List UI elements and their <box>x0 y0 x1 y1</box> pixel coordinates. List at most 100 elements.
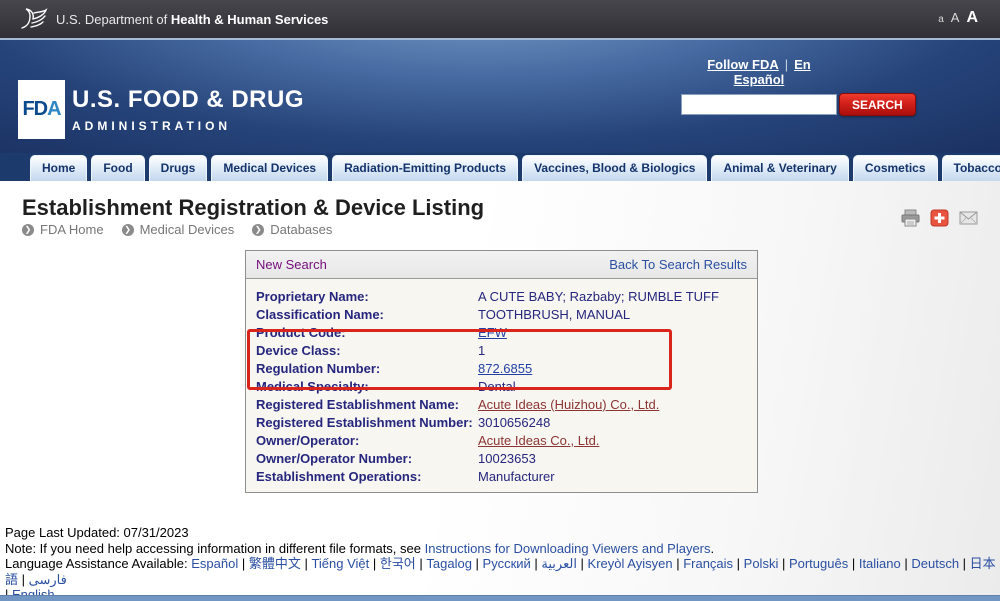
language-separator: | <box>472 556 483 571</box>
language-link[interactable]: 한국어 <box>380 556 416 571</box>
field-label: Registered Establishment Name: <box>246 396 478 414</box>
header-links: Follow FDA|En Español <box>681 57 837 87</box>
field-value: 10023653 <box>478 451 536 466</box>
nav-tab-food[interactable]: Food <box>91 155 144 181</box>
breadcrumb-link-medical-devices[interactable]: Medical Devices <box>140 222 235 237</box>
nav-tab-tobacco-products[interactable]: Tobacco Products <box>942 155 1000 181</box>
primary-nav: HomeFoodDrugsMedical DevicesRadiation-Em… <box>0 153 1000 181</box>
breadcrumb-item: ❯ Medical Devices <box>122 222 235 237</box>
nav-tab-home[interactable]: Home <box>30 155 87 181</box>
search-input[interactable] <box>681 94 837 115</box>
language-separator: | <box>18 572 29 587</box>
fda-title-block: U.S. FOOD & DRUG ADMINISTRATION <box>72 86 304 133</box>
new-search-link[interactable]: New Search <box>256 257 327 272</box>
language-link[interactable]: فارسی <box>29 572 67 587</box>
language-link[interactable]: Italiano <box>859 556 901 571</box>
language-link[interactable]: Português <box>789 556 848 571</box>
field-value-link[interactable]: EFW <box>478 325 507 340</box>
breadcrumb-link-databases[interactable]: Databases <box>270 222 332 237</box>
field-label: Owner/Operator: <box>246 432 478 450</box>
page-action-icons <box>901 209 978 227</box>
language-link[interactable]: Français <box>683 556 733 571</box>
font-size-controls: a A A <box>938 9 978 27</box>
language-separator: | <box>901 556 912 571</box>
language-separator: | <box>531 556 542 571</box>
result-row: Device Class:1 <box>246 342 757 360</box>
language-link[interactable]: Polski <box>744 556 779 571</box>
hhs-dept-prefix: U.S. Department of <box>56 12 167 27</box>
result-row: Medical Specialty:Dental <box>246 378 757 396</box>
result-row: Regulation Number:872.6855 <box>246 360 757 378</box>
language-separator: | <box>238 556 249 571</box>
field-value: Manufacturer <box>478 469 555 484</box>
language-link[interactable]: 繁體中文 <box>249 556 301 571</box>
field-label: Owner/Operator Number: <box>246 450 478 468</box>
search-row: SEARCH <box>681 93 905 116</box>
fda-logo-text: FDA <box>22 98 60 121</box>
fda-title-line1: U.S. FOOD & DRUG <box>72 86 304 114</box>
note-text: Note: If you need help accessing informa… <box>5 541 425 556</box>
nav-tab-vaccines-blood-biologics[interactable]: Vaccines, Blood & Biologics <box>522 155 707 181</box>
language-separator: | <box>959 556 970 571</box>
language-separator: | <box>369 556 380 571</box>
field-label: Proprietary Name: <box>246 288 478 306</box>
share-icon[interactable] <box>930 209 949 227</box>
nav-tab-drugs[interactable]: Drugs <box>149 155 208 181</box>
result-row: Owner/Operator:Acute Ideas Co., Ltd. <box>246 432 757 450</box>
email-icon[interactable] <box>959 209 978 227</box>
breadcrumb-arrow-icon: ❯ <box>122 224 134 236</box>
result-row: Owner/Operator Number:10023653 <box>246 450 757 468</box>
language-separator: | <box>848 556 859 571</box>
search-button[interactable]: SEARCH <box>839 93 916 116</box>
language-link[interactable]: Русский <box>483 556 531 571</box>
language-link[interactable]: Español <box>191 556 238 571</box>
field-value-link[interactable]: 872.6855 <box>478 361 532 376</box>
bottom-accent-bar <box>0 595 1000 601</box>
breadcrumb-link-fda-home[interactable]: FDA Home <box>40 222 104 237</box>
page-last-updated: Page Last Updated: 07/31/2023 <box>5 525 1000 541</box>
page: U.S. Department of Health & Human Servic… <box>0 0 1000 601</box>
link-separator: | <box>785 57 788 72</box>
follow-fda-link[interactable]: Follow FDA <box>707 57 779 72</box>
field-label: Product Code: <box>246 324 478 342</box>
language-separator: | <box>778 556 789 571</box>
language-link[interactable]: العربية <box>541 556 577 571</box>
language-link[interactable]: Deutsch <box>911 556 959 571</box>
field-value: Dental <box>478 379 516 394</box>
fda-logo[interactable]: FDA <box>18 80 65 139</box>
hhs-department-link[interactable]: U.S. Department of Health & Human Servic… <box>18 6 328 32</box>
nav-tabs: HomeFoodDrugsMedical DevicesRadiation-Em… <box>30 155 1000 181</box>
header-right: Follow FDA|En Español SEARCH <box>681 57 905 116</box>
language-link[interactable]: Kreyòl Ayisyen <box>588 556 673 571</box>
viewers-players-link[interactable]: Instructions for Downloading Viewers and… <box>425 541 711 556</box>
field-value: 1 <box>478 343 485 358</box>
language-link[interactable]: Tiếng Việt <box>311 556 369 571</box>
back-to-search-results-link[interactable]: Back To Search Results <box>609 257 747 272</box>
font-size-medium-button[interactable]: A <box>951 10 960 25</box>
hhs-top-bar: U.S. Department of Health & Human Servic… <box>0 0 1000 38</box>
result-row: Proprietary Name:A CUTE BABY; Razbaby; R… <box>246 288 757 306</box>
language-separator: | <box>577 556 588 571</box>
nav-tab-cosmetics[interactable]: Cosmetics <box>853 155 938 181</box>
fda-title-line2: ADMINISTRATION <box>72 119 304 133</box>
nav-tab-animal-veterinary[interactable]: Animal & Veterinary <box>711 155 848 181</box>
field-value: A CUTE BABY; Razbaby; RUMBLE TUFF <box>478 289 719 304</box>
nav-tab-radiation-emitting-products[interactable]: Radiation-Emitting Products <box>332 155 518 181</box>
printer-icon[interactable] <box>901 209 920 227</box>
field-value-link[interactable]: Acute Ideas (Huizhou) Co., Ltd. <box>478 397 659 412</box>
field-value-link[interactable]: Acute Ideas Co., Ltd. <box>478 433 599 448</box>
field-label: Classification Name: <box>246 306 478 324</box>
result-row: Classification Name:TOOTHBRUSH, MANUAL <box>246 306 757 324</box>
field-value: TOOTHBRUSH, MANUAL <box>478 307 630 322</box>
font-size-small-button[interactable]: a <box>938 14 944 25</box>
language-separator: | <box>416 556 427 571</box>
footer-note: Note: If you need help accessing informa… <box>5 541 1000 557</box>
font-size-large-button[interactable]: A <box>966 9 978 27</box>
breadcrumb-item: ❯ FDA Home <box>22 222 104 237</box>
nav-tab-medical-devices[interactable]: Medical Devices <box>211 155 328 181</box>
breadcrumb-arrow-icon: ❯ <box>22 224 34 236</box>
note-suffix: . <box>711 541 715 556</box>
hhs-dept-name: Health & Human Services <box>171 12 329 27</box>
language-link[interactable]: Tagalog <box>426 556 472 571</box>
field-label: Device Class: <box>246 342 478 360</box>
